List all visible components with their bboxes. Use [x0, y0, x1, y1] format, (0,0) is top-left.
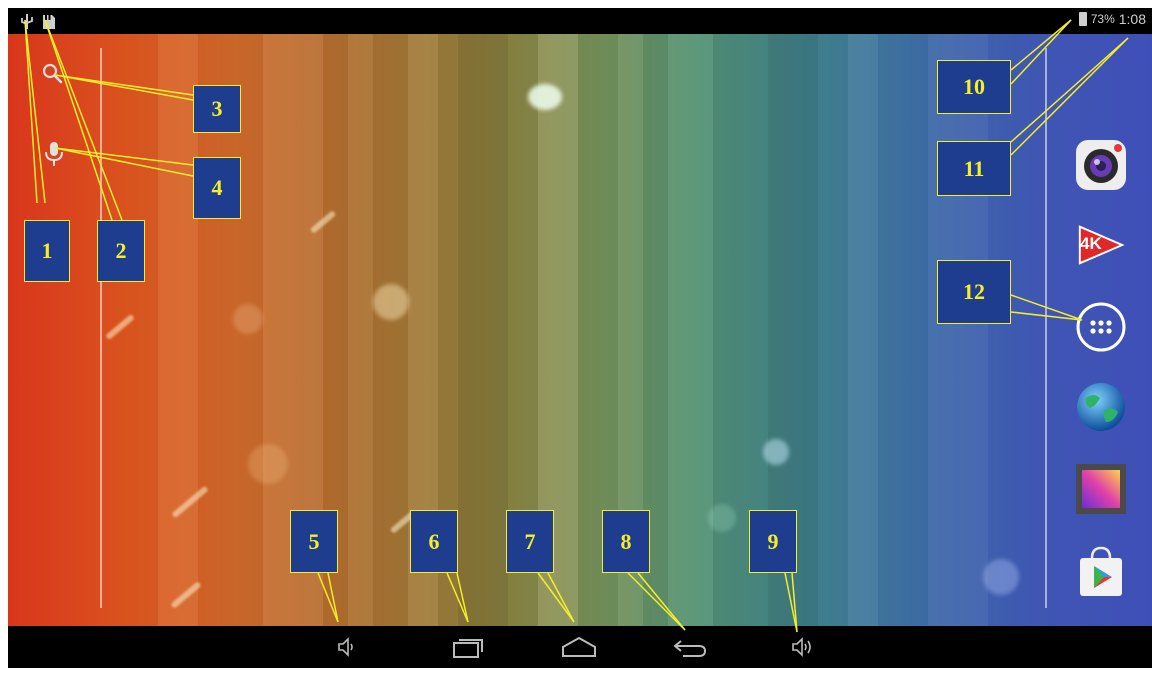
usb-icon — [20, 12, 34, 30]
play-store-app[interactable] — [1074, 544, 1128, 598]
callout-12: 12 — [937, 260, 1011, 324]
volume-up-button[interactable] — [783, 632, 823, 662]
home-button[interactable] — [559, 632, 599, 662]
gallery-icon — [1076, 464, 1126, 514]
grid-icon — [1076, 302, 1126, 352]
clock: 1:08 — [1118, 11, 1146, 27]
globe-icon — [1077, 383, 1125, 431]
camera-app[interactable] — [1074, 138, 1128, 192]
back-icon — [673, 640, 707, 657]
back-button[interactable] — [671, 632, 711, 662]
navigation-bar — [8, 626, 1152, 668]
4k-player-app[interactable]: 4K — [1074, 218, 1128, 272]
sd-card-icon — [42, 12, 56, 30]
camera-icon — [1076, 140, 1126, 190]
right-edge-line — [1045, 48, 1047, 608]
4k-label: 4K — [1080, 234, 1102, 253]
callout-11: 11 — [937, 141, 1011, 196]
app-drawer[interactable] — [1074, 300, 1128, 354]
browser-app[interactable] — [1074, 380, 1128, 434]
callout-2: 2 — [97, 220, 145, 282]
callout-7: 7 — [506, 510, 554, 573]
battery-percent: 73% — [1090, 12, 1115, 26]
callout-9: 9 — [749, 510, 797, 573]
wallpaper: 4K — [8, 34, 1152, 626]
recent-apps-icon — [453, 639, 483, 658]
recent-apps-button[interactable] — [448, 632, 488, 662]
callout-8: 8 — [602, 510, 650, 573]
callout-4: 4 — [193, 157, 241, 219]
callout-3: 3 — [193, 85, 241, 133]
callout-1: 1 — [24, 220, 70, 282]
callout-6: 6 — [410, 510, 458, 573]
volume-down-button[interactable] — [328, 632, 368, 662]
status-bar: 73% 1:08 — [8, 8, 1152, 34]
callout-5: 5 — [290, 510, 338, 573]
microphone-icon[interactable] — [42, 140, 66, 168]
home-icon — [562, 636, 596, 657]
left-edge-line — [100, 48, 102, 608]
callout-10: 10 — [937, 60, 1011, 114]
battery-icon — [1078, 12, 1087, 26]
search-icon[interactable] — [41, 62, 65, 86]
play-store-icon — [1080, 546, 1122, 596]
gallery-app[interactable] — [1074, 462, 1128, 516]
volume-up-icon — [792, 637, 811, 657]
volume-down-icon — [338, 637, 353, 657]
